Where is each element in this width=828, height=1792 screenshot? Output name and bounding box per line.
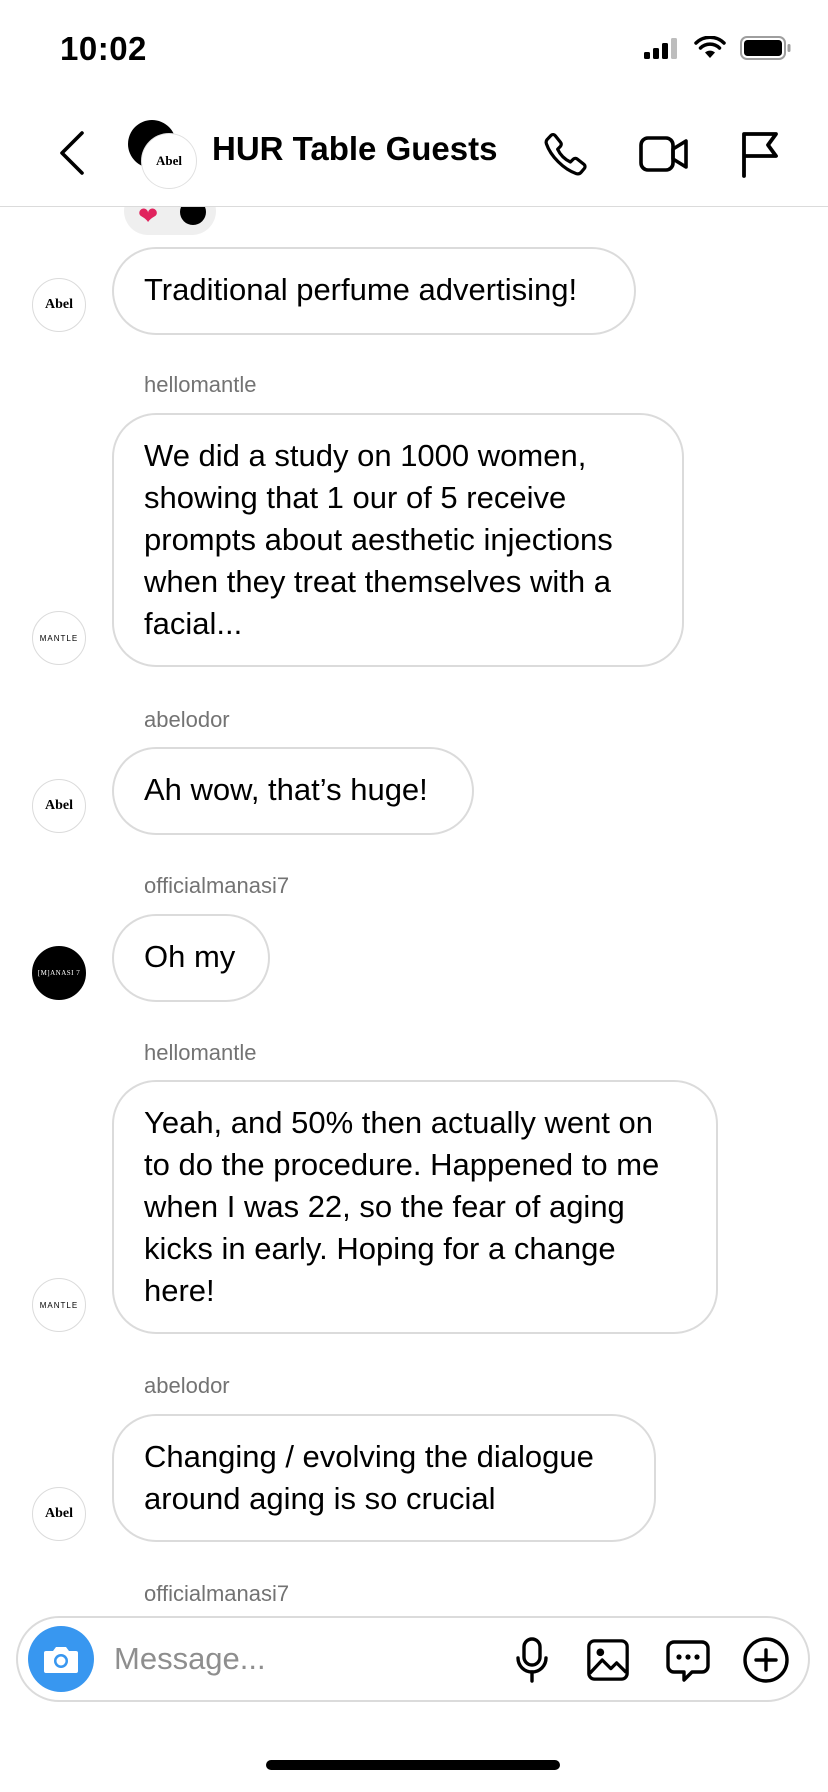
avatar-abel[interactable]: Abel: [32, 278, 86, 332]
phone-icon[interactable]: [538, 126, 594, 182]
wifi-icon: [694, 35, 726, 65]
avatar-mantle[interactable]: MANTLE: [32, 1278, 86, 1332]
sender-name[interactable]: hellomantle: [144, 1040, 257, 1066]
gallery-icon[interactable]: [580, 1632, 636, 1688]
group-avatar[interactable]: Abel: [126, 118, 196, 188]
message-bubble[interactable]: We did a study on 1000 women, showing th…: [112, 413, 684, 667]
message-text: Oh my: [144, 939, 236, 974]
home-indicator[interactable]: [266, 1760, 560, 1770]
message-bubble[interactable]: Oh my: [112, 914, 270, 1002]
group-avatar-front: Abel: [142, 134, 196, 188]
chat-header: Abel HUR Table Guests: [0, 100, 828, 207]
microphone-icon[interactable]: [504, 1632, 560, 1688]
sticker-icon[interactable]: [660, 1632, 716, 1688]
status-bar: 10:02: [0, 0, 828, 100]
plus-icon[interactable]: [738, 1632, 794, 1688]
message-text: Yeah, and 50% then actually went on to d…: [144, 1105, 660, 1308]
status-icons: [644, 35, 792, 65]
black-circle-icon: [180, 207, 206, 225]
message-bubble[interactable]: Ah wow, that’s huge!: [112, 747, 474, 835]
sender-name[interactable]: abelodor: [144, 1373, 230, 1399]
sender-name[interactable]: officialmanasi7: [144, 1581, 289, 1607]
message-text: We did a study on 1000 women, showing th…: [144, 438, 613, 641]
battery-icon: [740, 36, 792, 65]
sender-name[interactable]: abelodor: [144, 707, 230, 733]
sender-name[interactable]: hellomantle: [144, 372, 257, 398]
avatar-mantle[interactable]: MANTLE: [32, 611, 86, 665]
message-bubble[interactable]: Traditional perfume advertising!: [112, 247, 636, 335]
status-time: 10:02: [60, 30, 147, 67]
flag-icon[interactable]: [732, 126, 788, 182]
message-bubble[interactable]: Yeah, and 50% then actually went on to d…: [112, 1080, 718, 1334]
message-input[interactable]: [112, 1636, 496, 1682]
chat-title[interactable]: HUR Table Guests: [212, 130, 497, 168]
signal-icon: [644, 37, 680, 64]
video-camera-icon[interactable]: [636, 126, 692, 182]
message-text: Traditional perfume advertising!: [144, 272, 578, 307]
reaction-pill[interactable]: ❤: [124, 207, 216, 235]
message-text: Ah wow, that’s huge!: [144, 772, 428, 807]
heart-icon: ❤: [138, 207, 159, 230]
message-bubble[interactable]: Changing / evolving the dialogue around …: [112, 1414, 656, 1542]
sender-name[interactable]: officialmanasi7: [144, 873, 289, 899]
message-list[interactable]: ❤ Traditional perfume advertising! Abel …: [0, 207, 828, 1615]
back-arrow-icon[interactable]: [52, 128, 92, 178]
avatar-abel[interactable]: Abel: [32, 1487, 86, 1541]
avatar-abel[interactable]: Abel: [32, 779, 86, 833]
message-text: Changing / evolving the dialogue around …: [144, 1439, 594, 1516]
camera-icon[interactable]: [28, 1626, 94, 1692]
message-composer: [16, 1616, 810, 1702]
avatar-manasi[interactable]: [M]ANASI 7: [32, 946, 86, 1000]
